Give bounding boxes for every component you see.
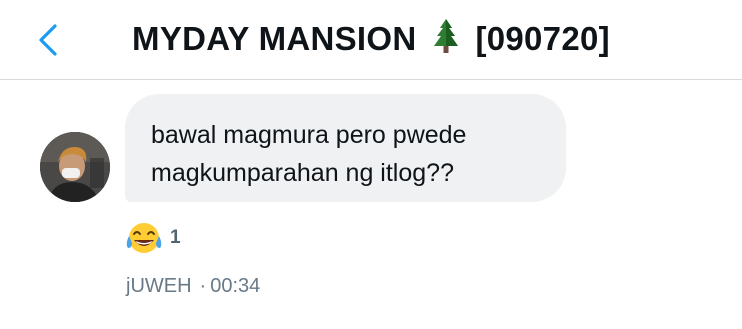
message-reaction[interactable]: 1 <box>124 220 181 256</box>
tears-of-joy-emoji-icon <box>126 223 162 253</box>
message-text-line-2: magkumparahan ng itlog?? <box>151 159 454 187</box>
avatar[interactable] <box>40 132 110 202</box>
message-bubble[interactable]: bawal magmura pero pwede magkumparahan n… <box>125 94 566 202</box>
evergreen-tree-icon <box>432 18 460 62</box>
message-meta: jUWEH · 00:34 <box>126 275 260 298</box>
meta-separator: · <box>199 275 207 297</box>
reaction-count: 1 <box>170 227 181 248</box>
title-text: MYDAY MANSION <box>132 20 417 57</box>
conversation-header: MYDAY MANSION [090720] <box>0 0 742 80</box>
conversation-title[interactable]: MYDAY MANSION [090720] <box>0 18 742 62</box>
sender-name[interactable]: jUWEH <box>126 275 192 297</box>
message-time: 00:34 <box>210 275 261 297</box>
message-text-line-1: bawal magmura pero pwede <box>151 121 467 149</box>
title-suffix: [090720] <box>475 20 610 57</box>
